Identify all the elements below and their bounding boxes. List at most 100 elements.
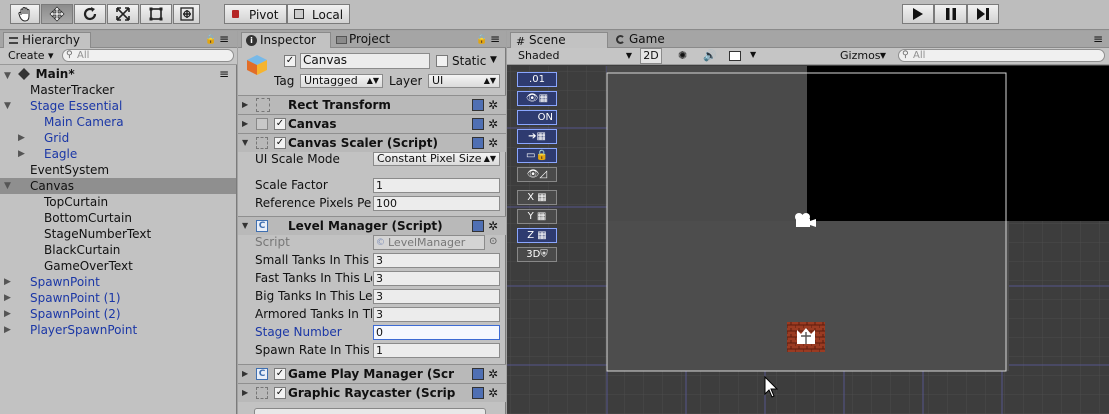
canvas-header[interactable]: ▶ ✓ Canvas ✲ [238,114,506,133]
scene-viewport[interactable] [507,66,1109,414]
ui-scale-mode-dropdown[interactable]: Constant Pixel Size ▲▼ [373,152,500,166]
eye-toggle[interactable]: 👁◿ [517,167,557,182]
y-axis-toggle[interactable]: Y ▦ [517,209,557,224]
create-dropdown[interactable]: Create ▾ [8,49,54,62]
on-toggle[interactable]: ON [517,110,557,125]
pause-button[interactable] [934,4,967,24]
tab-inspector[interactable]: i Inspector [241,32,331,48]
canvas-scaler-enabled-checkbox[interactable]: ✓ [274,137,286,149]
shading-mode-dropdown[interactable]: Shaded ▼ [511,48,635,64]
hierarchy-item[interactable]: ▶ Eagle [0,146,236,162]
effects-toggle-icon[interactable] [729,51,741,61]
hierarchy-item[interactable]: ▶ SpawnPoint (1) [0,290,236,306]
step-button[interactable] [967,4,999,24]
level-manager-header[interactable]: ▼ C Level Manager (Script) ✲ [238,216,506,235]
hierarchy-item[interactable]: TopCurtain [0,194,236,210]
collapse-arrow-icon[interactable]: ▶ [242,384,248,402]
level-manager-field-input[interactable]: 3 [373,271,500,286]
play-button[interactable] [902,4,934,24]
game-play-manager-enabled-checkbox[interactable]: ✓ [274,368,286,380]
gizmos-dropdown[interactable]: Gizmos ▼ [835,48,889,64]
hierarchy-item[interactable]: ▼ Canvas [0,178,236,194]
hierarchy-item[interactable]: ▶ SpawnPoint [0,274,236,290]
object-name-input[interactable]: Canvas [300,53,430,69]
3d-toggle[interactable]: 3D⛨ [517,247,557,262]
hierarchy-item[interactable]: MasterTracker [0,82,236,98]
collapse-arrow-icon[interactable]: ▶ [4,306,14,322]
level-manager-field-input[interactable]: 3 [373,253,500,268]
settings-gear-icon[interactable]: ✲ [488,217,498,235]
scene-menu-icon[interactable]: ≡ [1093,32,1103,46]
hierarchy-item[interactable]: BottomCurtain [0,210,236,226]
scene-menu-icon[interactable]: ≡ [219,66,229,82]
canvas-scaler-header[interactable]: ▼ ✓ Canvas Scaler (Script) ✲ [238,133,506,152]
hierarchy-item[interactable]: ▶ SpawnPoint (2) [0,306,236,322]
expand-arrow-icon[interactable]: ▼ [4,98,14,114]
panel-menu-icon[interactable]: ≡ [219,32,229,46]
pivot-toggle-button[interactable]: Pivot [224,4,287,24]
settings-gear-icon[interactable]: ✲ [488,96,498,114]
collapse-arrow-icon[interactable]: ▶ [242,115,248,133]
move-tool-button[interactable] [41,4,73,24]
expand-arrow-icon[interactable]: ▼ [242,217,248,235]
level-manager-field-input[interactable]: 1 [373,343,500,358]
static-dropdown-arrow-icon[interactable]: ▼ [490,55,497,65]
help-icon[interactable] [472,118,484,130]
collapse-arrow-icon[interactable]: ▶ [18,130,28,146]
audio-toggle-icon[interactable]: 🔊 [703,49,717,62]
lock-icon[interactable]: 🔒 [205,35,216,45]
help-icon[interactable] [472,137,484,149]
x-axis-toggle[interactable]: X ▦ [517,190,557,205]
inspector-lock-icon[interactable]: 🔒 [476,35,487,45]
scene-root-row[interactable]: ▼ Main* ≡ [0,66,236,82]
snap-arrow-toggle[interactable]: ➔▦ [517,129,557,144]
local-toggle-button[interactable]: Local [287,4,350,24]
tab-hierarchy[interactable]: Hierarchy [3,32,91,48]
help-icon[interactable] [472,368,484,380]
layer-dropdown[interactable]: UI ▲▼ [428,74,500,88]
tag-dropdown[interactable]: Untagged ▲▼ [300,74,383,88]
lighting-toggle-icon[interactable]: ✺ [678,49,687,62]
reference-pixels-input[interactable]: 100 [373,196,500,211]
hierarchy-item[interactable]: BlackCurtain [0,242,236,258]
help-icon[interactable] [472,220,484,232]
object-picker-icon[interactable]: ⊙ [489,236,497,247]
hierarchy-item[interactable]: ▼ Stage Essential [0,98,236,114]
settings-gear-icon[interactable]: ✲ [488,365,498,383]
hierarchy-item[interactable]: StageNumberText [0,226,236,242]
static-checkbox[interactable] [436,55,448,67]
active-checkbox[interactable]: ✓ [284,55,296,67]
visibility-grid-toggle[interactable]: 👁▦ [517,91,557,106]
expand-arrow-icon[interactable]: ▼ [242,134,248,152]
scale-tool-button[interactable] [107,4,139,24]
settings-gear-icon[interactable]: ✲ [488,134,498,152]
hierarchy-search-input[interactable]: ⚲ All [62,49,234,62]
graphic-raycaster-enabled-checkbox[interactable]: ✓ [274,387,286,399]
help-icon[interactable] [472,99,484,111]
level-manager-field-input[interactable]: 3 [373,289,500,304]
snap-increment-button[interactable]: .01 [517,72,557,87]
tab-project[interactable]: Project [331,32,421,48]
hierarchy-item[interactable]: ▶ Grid [0,130,236,146]
transform-tool-button[interactable] [173,4,200,24]
scene-search-input[interactable]: ⚲ All [898,49,1105,62]
scale-factor-input[interactable]: 1 [373,178,500,193]
collapse-arrow-icon[interactable]: ▶ [4,274,14,290]
2d-mode-toggle[interactable]: 2D [640,48,662,64]
level-manager-field-input[interactable]: 0 [373,325,500,340]
rotate-tool-button[interactable] [74,4,106,24]
rect-tool-button[interactable] [140,4,172,24]
settings-gear-icon[interactable]: ✲ [488,384,498,402]
collapse-arrow-icon[interactable]: ▶ [242,96,248,114]
hierarchy-item[interactable]: EventSystem [0,162,236,178]
help-icon[interactable] [472,387,484,399]
tab-scene[interactable]: # Scene [510,32,608,48]
hand-tool-button[interactable] [10,4,40,24]
hierarchy-item[interactable]: Main Camera [0,114,236,130]
lock-toggle[interactable]: ▭🔒 [517,148,557,163]
level-manager-field-input[interactable]: 3 [373,307,500,322]
rect-transform-header[interactable]: ▶ Rect Transform ✲ [238,95,506,114]
effects-dropdown-arrow-icon[interactable]: ▼ [750,50,756,59]
hierarchy-item[interactable]: GameOverText [0,258,236,274]
settings-gear-icon[interactable]: ✲ [488,115,498,133]
